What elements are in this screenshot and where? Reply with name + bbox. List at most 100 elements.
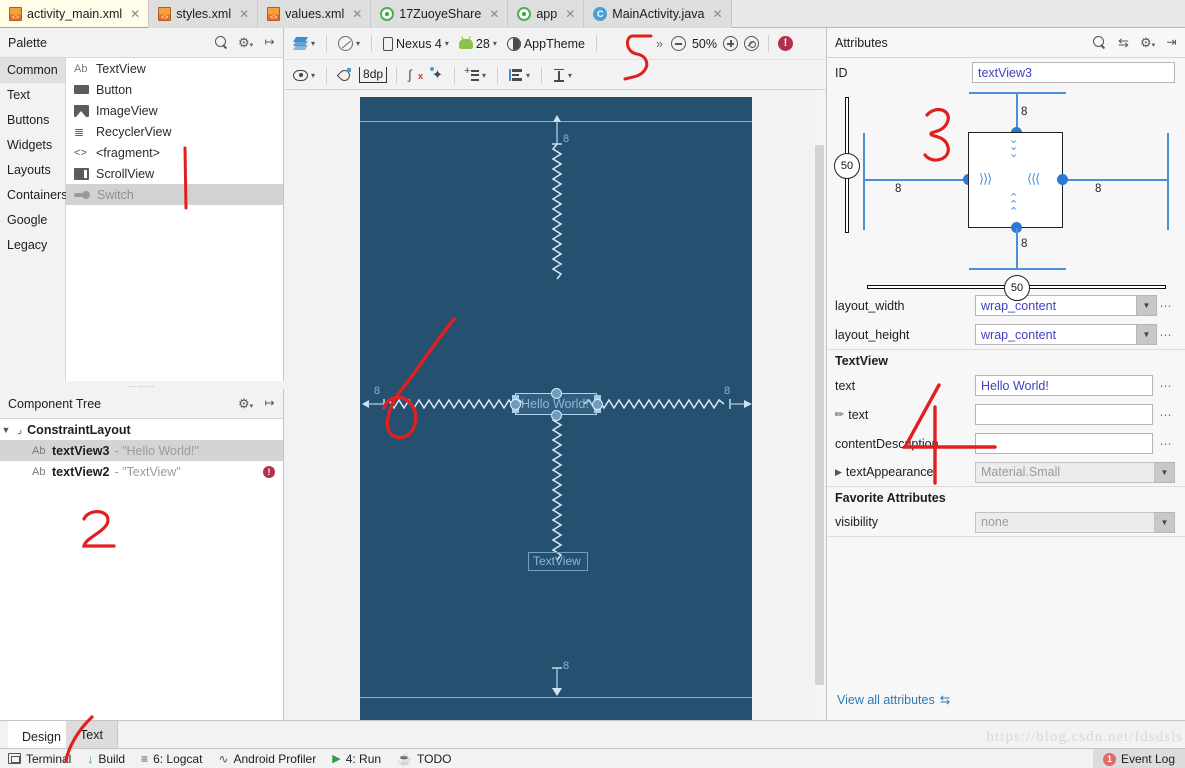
cw-right-margin[interactable]: 8: [1095, 183, 1101, 195]
infer-constraints-button[interactable]: ✦: [430, 67, 445, 83]
search-icon[interactable]: [1092, 35, 1107, 50]
palette-item-recyclerview[interactable]: ≣ RecyclerView: [66, 121, 283, 142]
device-preview-blueprint[interactable]: 8 8 8 8 Hello World! TextView: [360, 97, 752, 720]
constraint-handle-left[interactable]: [510, 399, 521, 410]
device-selector[interactable]: Nexus 4 ▾: [381, 36, 451, 51]
constraint-widget[interactable]: 50 8 8 ⌄ ⌄ ⌄ ⌃ ⌃ ⌃ ⟩⟩⟩ ⟨⟨⟨ 8 8 50: [827, 91, 1185, 301]
editor-tab-17zuoyeshare[interactable]: 17ZuoyeShare ✕: [371, 0, 509, 28]
cw-top-margin[interactable]: 8: [1021, 106, 1027, 118]
editor-tab-app[interactable]: app ✕: [508, 0, 585, 28]
chevron-down-icon[interactable]: ▼: [1137, 295, 1157, 316]
more-options-icon[interactable]: ⋯: [1157, 299, 1175, 313]
editor-tab-styles-xml[interactable]: styles.xml ✕: [149, 0, 259, 28]
pack-button[interactable]: ▾: [551, 68, 574, 82]
more-options-icon[interactable]: ⋯: [1157, 379, 1175, 393]
more-options-icon[interactable]: ⋯: [1157, 408, 1175, 422]
layout-width-input[interactable]: wrap_content: [975, 295, 1137, 316]
status-item-run[interactable]: ▶ 4: Run: [332, 752, 381, 766]
chevron-down-icon[interactable]: ▼: [1155, 511, 1175, 533]
close-icon[interactable]: ✕: [239, 7, 249, 21]
id-input[interactable]: textView3: [972, 62, 1175, 83]
cw-left-margin[interactable]: 8: [895, 183, 901, 195]
layout-height-input[interactable]: wrap_content: [975, 324, 1137, 345]
horizontal-bias-value[interactable]: 50: [1004, 275, 1030, 301]
palette-item-fragment[interactable]: <> <fragment>: [66, 142, 283, 163]
palette-item-textview[interactable]: Ab TextView: [66, 58, 283, 79]
cw-anchor-right[interactable]: [1057, 174, 1068, 185]
editor-tab-activity-main-xml[interactable]: activity_main.xml ✕: [0, 0, 150, 29]
status-item-logcat[interactable]: ≡ 6: Logcat: [141, 752, 202, 766]
textappearance-input[interactable]: Material.Small: [975, 461, 1155, 483]
error-badge-icon[interactable]: !: [263, 465, 275, 478]
palette-category-buttons[interactable]: Buttons: [0, 108, 65, 133]
cw-horizontal-wrap-chevrons-right[interactable]: ⟨⟨⟨: [1027, 172, 1040, 185]
zoom-in-icon[interactable]: [722, 36, 738, 51]
status-item-android-profiler[interactable]: ∿ Android Profiler: [218, 752, 316, 766]
text-input[interactable]: Hello World!: [975, 375, 1153, 396]
autoconnect-button[interactable]: [336, 68, 353, 82]
more-options-icon[interactable]: ⋯: [1157, 328, 1175, 342]
collapse-panel-icon[interactable]: ↦: [262, 396, 277, 411]
palette-category-google[interactable]: Google: [0, 208, 65, 233]
palette-category-legacy[interactable]: Legacy: [0, 233, 65, 258]
clear-constraints-button[interactable]: ∫: [406, 68, 424, 84]
tree-row-constraintlayout[interactable]: ▼ ⌟ ConstraintLayout: [0, 419, 283, 440]
scrollbar-thumb[interactable]: [815, 145, 824, 685]
palette-category-containers[interactable]: Containers: [0, 183, 67, 208]
search-icon[interactable]: [214, 35, 229, 50]
tab-text[interactable]: Text: [66, 721, 118, 749]
visibility-input[interactable]: none: [975, 511, 1155, 533]
palette-item-switch[interactable]: Switch: [66, 184, 283, 205]
zoom-out-icon[interactable]: [670, 36, 686, 51]
palette-item-button[interactable]: Button: [66, 79, 283, 100]
chevron-down-icon[interactable]: ▼: [0, 425, 12, 435]
issues-error-icon[interactable]: !: [777, 36, 793, 51]
palette-category-text[interactable]: Text: [0, 83, 65, 108]
palette-category-widgets[interactable]: Widgets: [0, 133, 65, 158]
cw-bottom-margin[interactable]: 8: [1021, 238, 1027, 250]
more-options-icon[interactable]: ⋯: [1157, 437, 1175, 451]
collapse-panel-icon[interactable]: ↦: [262, 35, 277, 50]
collapse-panel-icon[interactable]: ⇥: [1164, 35, 1179, 50]
status-item-terminal[interactable]: Terminal: [8, 752, 71, 766]
event-log-button[interactable]: 1 Event Log: [1092, 749, 1185, 768]
contentdescription-input[interactable]: [975, 433, 1153, 454]
chevron-down-icon[interactable]: ▼: [1155, 461, 1175, 483]
gear-icon[interactable]: ⚙▾: [1140, 35, 1155, 50]
close-icon[interactable]: ✕: [712, 7, 722, 21]
chevron-down-icon[interactable]: ▼: [1137, 324, 1157, 345]
api-level-selector[interactable]: 28 ▾: [457, 37, 499, 51]
status-item-todo[interactable]: ☕ TODO: [397, 752, 451, 766]
constraint-handle-right[interactable]: [592, 399, 603, 410]
constraint-handle-top[interactable]: [551, 388, 562, 399]
layout-variants-button[interactable]: ▾: [291, 37, 317, 50]
swap-icon[interactable]: ⇆: [1116, 35, 1131, 50]
palette-category-common[interactable]: Common: [0, 58, 65, 83]
view-options-button[interactable]: ▾: [291, 69, 317, 81]
palette-category-layouts[interactable]: Layouts: [0, 158, 65, 183]
close-icon[interactable]: ✕: [565, 7, 575, 21]
cw-vertical-wrap-chevrons[interactable]: ⌄ ⌄ ⌄: [1009, 135, 1018, 160]
constraint-handle-bottom[interactable]: [551, 410, 562, 421]
guidelines-button[interactable]: ▾: [464, 65, 488, 82]
view-all-attributes-link[interactable]: View all attributes ⇆: [837, 692, 950, 708]
toolbar-overflow-button[interactable]: »: [654, 37, 665, 51]
cw-horizontal-wrap-chevrons-left[interactable]: ⟩⟩⟩: [979, 172, 992, 185]
expand-icon[interactable]: ▶: [835, 467, 842, 478]
canvas-widget-textview2[interactable]: TextView: [528, 552, 588, 571]
canvas-vertical-scrollbar[interactable]: [814, 90, 825, 720]
close-icon[interactable]: ✕: [352, 7, 362, 21]
panel-splitter[interactable]: ………: [0, 381, 284, 389]
palette-item-scrollview[interactable]: ScrollView: [66, 163, 283, 184]
zoom-to-fit-icon[interactable]: [743, 36, 759, 51]
align-button[interactable]: ▾: [507, 69, 532, 81]
gear-icon[interactable]: ⚙▾: [238, 396, 253, 411]
editor-tab-mainactivity-java[interactable]: C MainActivity.java ✕: [584, 0, 732, 28]
tree-row-textview2[interactable]: Ab textView2 - "TextView" !: [0, 461, 283, 482]
design-text-input[interactable]: [975, 404, 1153, 425]
design-canvas[interactable]: 8 8 8 8 Hello World! TextView: [285, 90, 825, 720]
tree-row-textview3[interactable]: Ab textView3 - "Hello World!": [0, 440, 283, 461]
vertical-bias-value[interactable]: 50: [834, 153, 860, 179]
close-icon[interactable]: ✕: [130, 7, 140, 21]
cw-vertical-wrap-chevrons-bottom[interactable]: ⌃ ⌃ ⌃: [1009, 193, 1018, 218]
